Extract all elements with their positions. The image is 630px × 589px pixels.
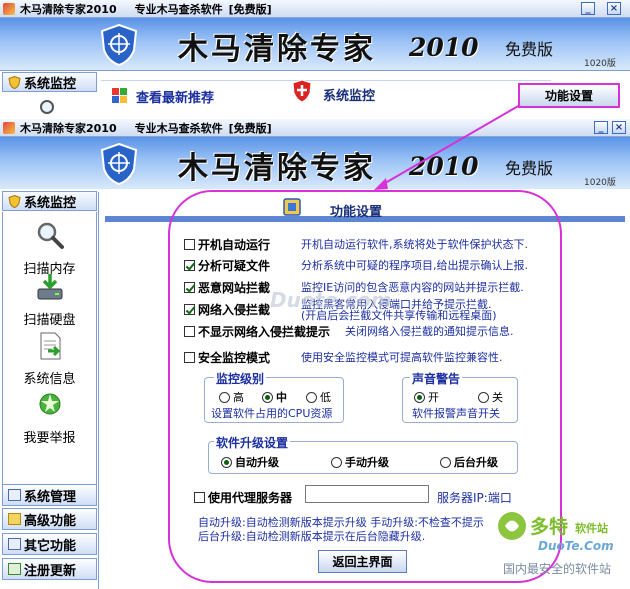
window-edition-tag: [免费版] xyxy=(228,121,272,135)
minimize-icon[interactable]: _ xyxy=(581,2,595,15)
window-subtitle: 专业木马查杀软件 xyxy=(134,2,223,16)
minimize-icon[interactable]: _ xyxy=(594,121,608,134)
function-settings-button[interactable]: 功能设置 xyxy=(518,83,620,108)
product-name: 木马清除专家 xyxy=(178,151,376,186)
product-year: 2010 xyxy=(409,33,479,62)
window-edition-tag: [免费版] xyxy=(228,2,272,16)
shield-icon xyxy=(100,24,138,66)
nav-system-management[interactable]: 系统管理 xyxy=(2,484,97,506)
window-icon xyxy=(8,489,21,501)
nav-register-update[interactable]: 注册更新 xyxy=(2,558,97,580)
build-version: 1020版 xyxy=(584,178,616,188)
watermark-logo-sub: 软件站 xyxy=(575,522,608,535)
top-sidebar-heading[interactable]: 系统监控 xyxy=(2,72,97,92)
sidebar-item-system-info[interactable]: 系统信息 xyxy=(2,331,97,387)
app-icon xyxy=(3,121,15,134)
top-window-banner: 木马清除专家 2010 免费版 1020版 xyxy=(0,18,630,70)
magnifier-icon xyxy=(40,100,54,114)
annotation-arrow-icon xyxy=(374,104,521,190)
watermark-domain: DuoTe.Com xyxy=(538,539,614,553)
recommend-link[interactable]: 查看最新推荐 xyxy=(136,87,214,106)
duote-logo-icon xyxy=(498,512,526,540)
shield-icon xyxy=(100,143,138,185)
alert-star-icon xyxy=(39,393,60,415)
top-window-titlebar[interactable]: 木马清除专家2010 专业木马查杀软件 [免费版] _ × xyxy=(0,0,630,18)
disk-download-icon xyxy=(37,274,62,300)
watermark-logo-text: 多特 xyxy=(530,516,569,538)
product-name: 木马清除专家 xyxy=(178,32,376,67)
product-edition: 免费版 xyxy=(505,40,554,59)
window-title: 木马清除专家2010 xyxy=(20,2,117,16)
list-icon xyxy=(8,538,21,550)
window-subtitle: 专业木马查杀软件 xyxy=(134,121,223,135)
window-title: 木马清除专家2010 xyxy=(20,121,117,135)
close-icon[interactable]: × xyxy=(607,2,621,15)
watermark-tagline: 国内最安全的软件站 xyxy=(503,562,612,576)
front-window-banner: 木马清除专家 2010 免费版 1020版 xyxy=(0,137,630,189)
document-arrow-icon xyxy=(40,332,60,360)
magnifier-icon xyxy=(37,222,64,249)
shield-small-icon xyxy=(8,75,21,89)
sidebar-item-scan-memory[interactable]: 扫描内存 xyxy=(2,221,97,277)
sidebar-item-report[interactable]: 我要举报 xyxy=(2,390,97,446)
shield-small-icon xyxy=(8,194,21,208)
app-icon xyxy=(3,2,15,15)
close-icon[interactable]: × xyxy=(612,121,626,134)
sidebar-item-scan-disk[interactable]: 扫描硬盘 xyxy=(2,272,97,328)
shield-cross-icon xyxy=(292,79,312,103)
folder-icon xyxy=(8,513,21,525)
front-window-titlebar[interactable]: 木马清除专家2010 专业木马查杀软件 [免费版] _ × xyxy=(0,119,630,137)
sidebar-heading[interactable]: 系统监控 xyxy=(2,191,97,211)
watermark-center: Duote.com xyxy=(270,288,392,312)
recommend-grid-icon xyxy=(112,88,127,103)
update-icon xyxy=(8,563,21,575)
nav-other-functions[interactable]: 其它功能 xyxy=(2,533,97,555)
nav-advanced-functions[interactable]: 高级功能 xyxy=(2,508,97,530)
build-version: 1020版 xyxy=(584,59,616,69)
